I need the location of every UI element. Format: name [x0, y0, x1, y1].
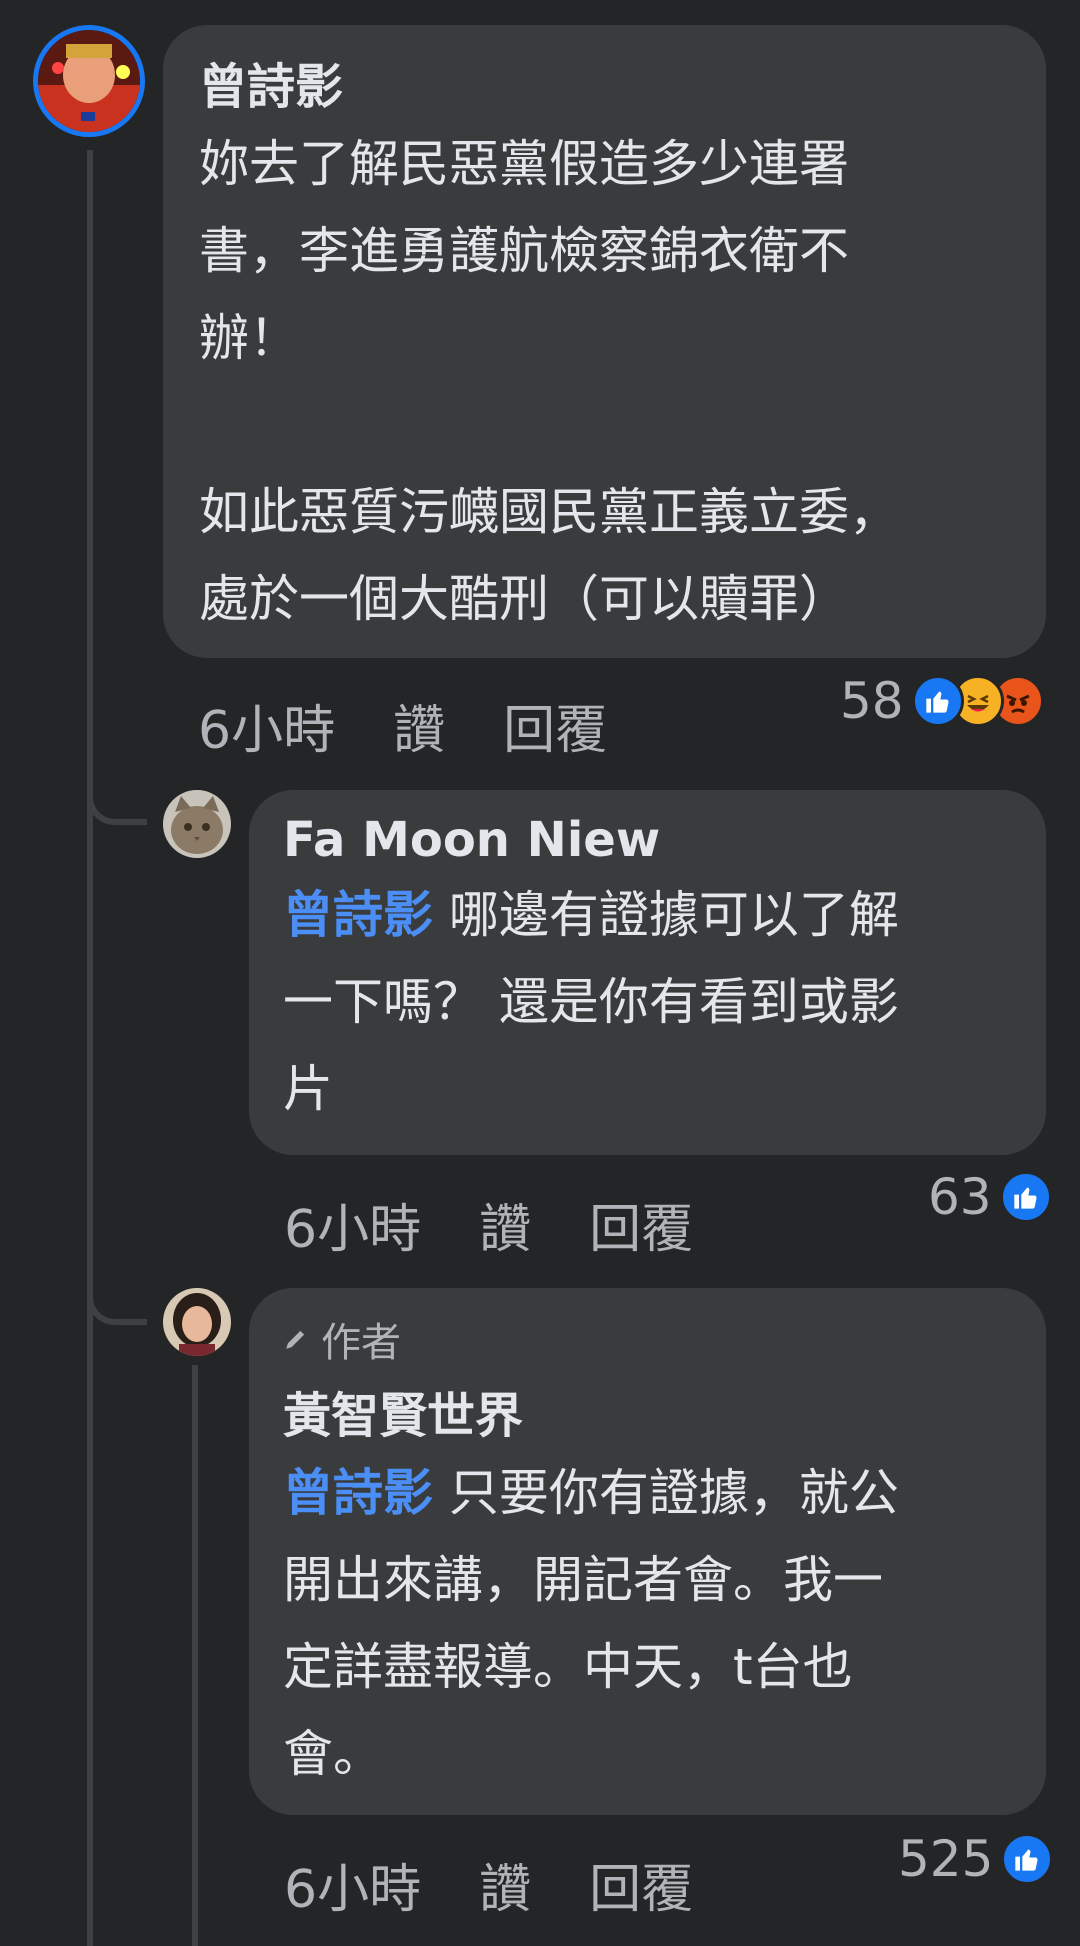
comment-author[interactable]: 黃智賢世界 — [283, 1376, 1012, 1446]
comment-actions: 6小時 讚 回覆 — [284, 1847, 693, 1922]
comment-author[interactable]: Fa Moon Niew — [283, 812, 1012, 868]
comment-actions: 6小時 讚 回覆 — [284, 1187, 693, 1262]
thread-line-main — [87, 150, 93, 1946]
author-badge: 作者 — [283, 1310, 1012, 1368]
comment-timestamp[interactable]: 6小時 — [198, 688, 335, 763]
reply-button[interactable]: 回覆 — [589, 1187, 693, 1262]
thread-branch-reply-1 — [87, 760, 147, 825]
comment-text: 妳去了解民惡黨假造多少連署 書，李進勇護航檢察錦衣衛不 辦！ 如此惡質污衊國民黨… — [199, 135, 899, 628]
like-button[interactable]: 讚 — [479, 1847, 531, 1922]
pencil-icon — [283, 1316, 309, 1362]
comment-actions: 6小時 讚 回覆 — [198, 688, 607, 763]
comment-text: 曾詩影 只要你有證據，就公 開出來講，開記者會。我一 定詳盡報導。中天，t台也 … — [283, 1464, 899, 1783]
reaction-count: 63 — [928, 1168, 992, 1226]
like-button[interactable]: 讚 — [393, 688, 445, 763]
reaction-summary[interactable]: 525 — [898, 1830, 1054, 1888]
comment-bubble: Fa Moon Niew 曾詩影 哪邊有證據可以了解 一下嗎？ 還是你有看到或影… — [249, 790, 1046, 1155]
reaction-count: 58 — [840, 672, 904, 730]
avatar[interactable] — [33, 25, 145, 137]
mention-link[interactable]: 曾詩影 — [283, 1464, 433, 1522]
comment-timestamp[interactable]: 6小時 — [284, 1847, 421, 1922]
comment-bubble: 作者 黃智賢世界 曾詩影 只要你有證據，就公 開出來講，開記者會。我一 定詳盡報… — [249, 1288, 1046, 1815]
like-icon — [911, 675, 964, 727]
thread-line-nested — [192, 1365, 198, 1946]
reaction-summary[interactable]: 63 — [928, 1168, 1052, 1226]
comment-timestamp[interactable]: 6小時 — [284, 1187, 421, 1262]
reaction-count: 525 — [898, 1830, 994, 1888]
reply-button[interactable]: 回覆 — [503, 688, 607, 763]
comment-bubble: 曾詩影 妳去了解民惡黨假造多少連署 書，李進勇護航檢察錦衣衛不 辦！ 如此惡質污… — [163, 25, 1046, 658]
reaction-summary[interactable]: 58 — [840, 672, 1044, 730]
avatar[interactable] — [163, 790, 231, 858]
reply-button[interactable]: 回覆 — [589, 1847, 693, 1922]
thread-branch-reply-2 — [87, 1260, 147, 1325]
like-icon — [999, 1171, 1052, 1223]
avatar[interactable] — [163, 1288, 231, 1356]
like-icon — [1001, 1833, 1054, 1885]
mention-link[interactable]: 曾詩影 — [283, 886, 433, 944]
like-button[interactable]: 讚 — [479, 1187, 531, 1262]
comment-author[interactable]: 曾詩影 — [199, 47, 1010, 117]
author-badge-label: 作者 — [321, 1320, 401, 1366]
comment-text: 曾詩影 哪邊有證據可以了解 一下嗎？ 還是你有看到或影 片 — [283, 886, 899, 1118]
